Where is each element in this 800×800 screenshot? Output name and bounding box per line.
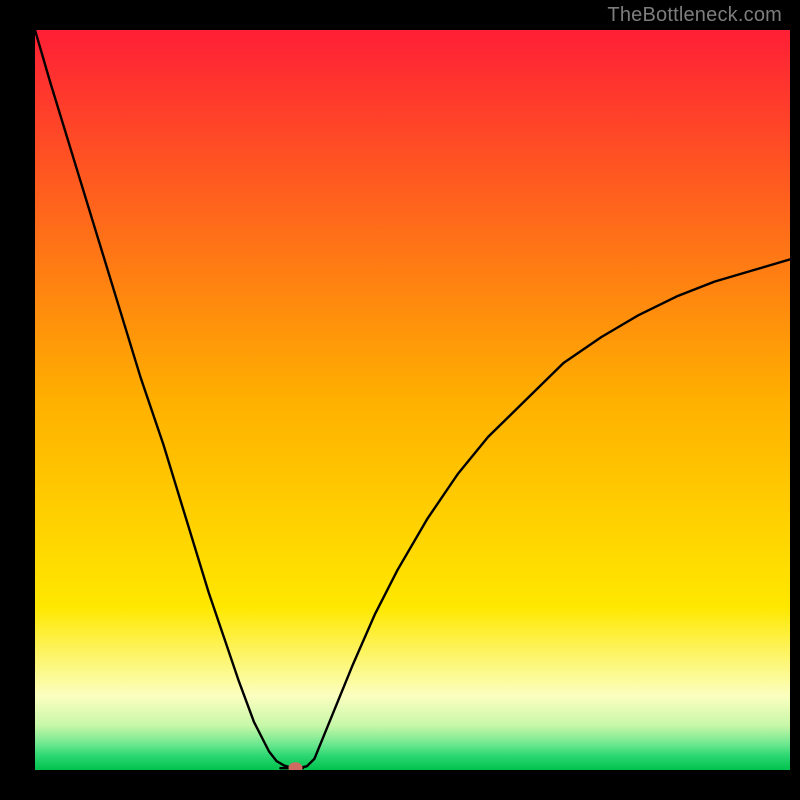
bottleneck-curve-chart: [35, 30, 790, 770]
plot-area: [35, 30, 790, 770]
chart-frame: TheBottleneck.com: [0, 0, 800, 800]
attribution-watermark: TheBottleneck.com: [607, 4, 782, 27]
